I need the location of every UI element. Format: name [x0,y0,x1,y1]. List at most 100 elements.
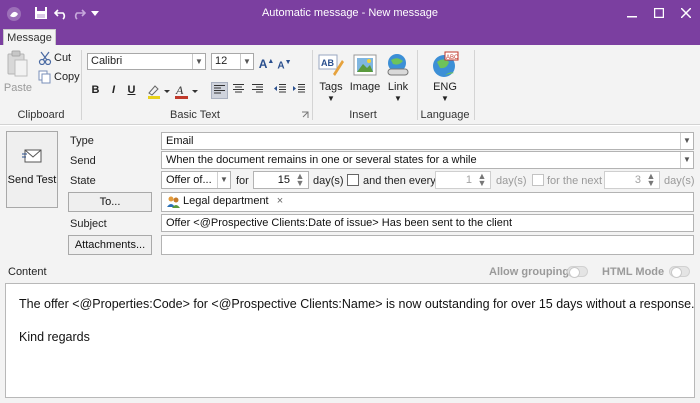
for-days-stepper[interactable]: 15 ▲ ▼ [253,171,309,189]
highlight-color-icon[interactable] [146,83,172,99]
send-label: Send [70,155,96,167]
attachments-field[interactable] [161,235,694,255]
shrink-font-label: A [277,60,285,72]
chevron-down-icon: ▼ [240,54,253,69]
send-test-button[interactable]: Send Test [6,131,58,208]
group-icon [167,196,180,208]
subject-input[interactable]: Offer <@Prospective Clients:Date of issu… [161,214,694,232]
minimize-button[interactable] [618,0,646,26]
align-center-button[interactable] [230,82,247,99]
decrease-indent-button[interactable] [271,82,288,99]
svg-text:ABC: ABC [446,55,459,61]
undo-icon[interactable] [54,6,68,20]
body-line-2: Kind regards [19,330,90,344]
font-color-icon[interactable]: A [174,83,200,99]
chevron-down-icon: ▼ [192,54,205,69]
send-mail-icon [22,149,42,163]
close-button[interactable] [672,0,700,26]
font-size-value: 12 [215,55,228,67]
close-icon [680,7,692,19]
insert-group-label: Insert [349,109,377,121]
svg-text:AB: AB [321,58,334,68]
type-value: Email [166,135,194,147]
cut-icon[interactable] [38,51,52,65]
then-every-checkbox[interactable] [347,174,359,186]
send-test-label: Send Test [7,174,57,186]
title-bar: Automatic message - New message [0,0,700,27]
every-days-value: 1 [465,174,472,186]
tags-label[interactable]: Tags [314,81,348,93]
maximize-icon [653,7,665,19]
minimize-icon [627,16,637,18]
align-left-button[interactable] [211,82,228,99]
underline-button[interactable]: U [123,82,140,99]
grow-font-button[interactable]: A▲ [258,53,275,71]
outdent-icon [273,84,286,93]
html-mode-toggle[interactable] [669,266,690,278]
tags-icon[interactable]: AB [318,52,344,78]
copy-icon[interactable] [38,70,52,84]
to-button[interactable]: To... [68,192,152,212]
for-next-checkbox[interactable] [532,174,544,186]
remove-recipient-icon[interactable]: × [277,195,283,207]
chevron-down-icon: ▼ [441,94,449,103]
recipients-field[interactable]: Legal department × [161,192,694,212]
ribbon-divider [81,50,82,120]
send-condition-select[interactable]: When the document remains in one or seve… [161,151,694,169]
tab-message[interactable]: Message [3,29,56,46]
then-every-label: and then every [363,175,436,187]
language-globe-icon[interactable]: ABC [431,51,459,79]
save-icon[interactable] [34,6,48,20]
align-right-button[interactable] [249,82,266,99]
tab-bar [0,27,700,45]
language-label[interactable]: ENG [424,81,466,93]
font-family-select[interactable]: Calibri ▼ [87,53,206,70]
ribbon-divider [474,50,475,120]
dialog-launcher-icon[interactable] [301,111,309,119]
shrink-font-button[interactable]: A▼ [276,54,293,71]
allow-grouping-label: Allow grouping [489,266,570,278]
message-body-editor[interactable]: The offer <@Properties:Code> for <@Prosp… [5,283,695,398]
type-select[interactable]: Email ▼ [161,132,694,150]
app-logo-icon[interactable] [6,6,22,22]
days-label-2: day(s) [496,175,527,187]
allow-grouping-toggle[interactable] [567,266,588,278]
state-label: State [70,175,96,187]
chevron-down-icon: ▼ [680,152,693,168]
content-label: Content [8,266,47,278]
image-label[interactable]: Image [347,81,383,93]
image-icon[interactable] [352,52,378,78]
increase-indent-button[interactable] [290,82,307,99]
for-next-stepper[interactable]: 3 ▲ ▼ [604,171,660,189]
days-label-3: day(s) [664,175,695,187]
italic-button[interactable]: I [105,82,122,99]
for-label: for [236,175,249,187]
align-right-icon [252,84,263,93]
indent-icon [292,84,305,93]
window-title: Automatic message - New message [261,7,439,19]
customize-icon[interactable] [90,8,100,18]
stepper-arrows-icon: ▲ ▼ [295,171,305,188]
maximize-button[interactable] [645,0,673,26]
link-label[interactable]: Link [383,81,413,93]
align-center-icon [233,84,244,93]
copy-label[interactable]: Copy [54,70,80,84]
basic-text-group-label: Basic Text [170,109,220,121]
bold-button[interactable]: B [87,82,104,99]
for-days-value: 15 [277,174,290,186]
ribbon-divider [312,50,313,120]
state-select[interactable]: Offer of... ▼ [161,171,231,189]
attachments-button[interactable]: Attachments... [68,235,152,255]
link-icon[interactable] [385,52,411,78]
chevron-down-icon: ▼ [680,133,693,149]
every-days-stepper[interactable]: 1 ▲ ▼ [435,171,491,189]
redo-icon[interactable] [72,6,86,20]
chevron-down-icon: ▼ [394,94,402,103]
font-size-select[interactable]: 12 ▼ [211,53,254,70]
font-family-value: Calibri [91,55,123,67]
svg-text:A: A [175,83,184,97]
paste-icon[interactable] [6,50,30,78]
ribbon-divider [417,50,418,120]
recipient-chip[interactable]: Legal department [183,195,269,207]
cut-label[interactable]: Cut [54,51,71,65]
